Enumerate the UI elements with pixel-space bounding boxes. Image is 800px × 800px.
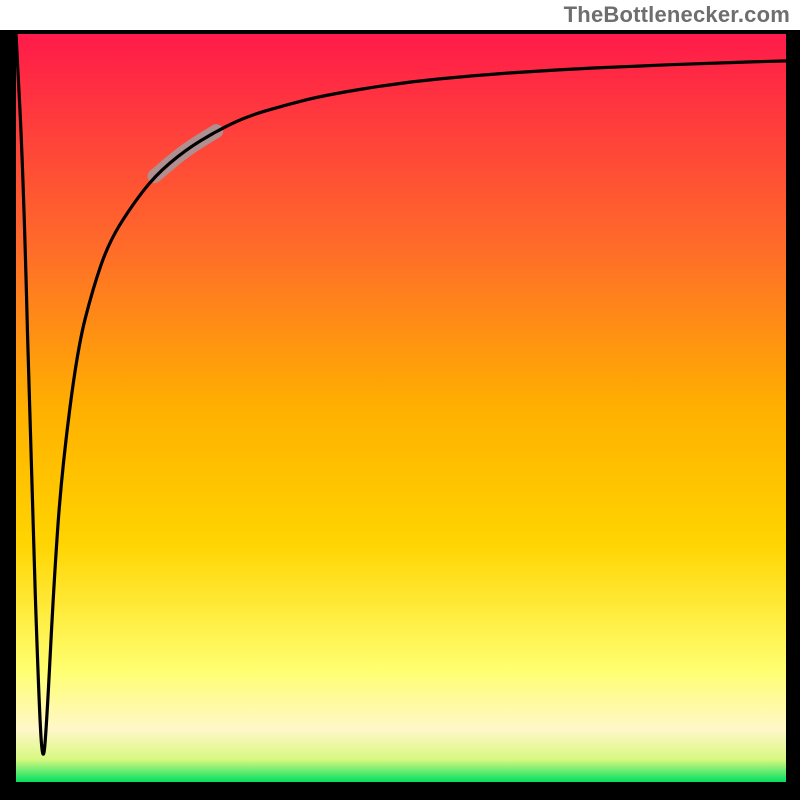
attribution-label: TheBottlenecker.com: [564, 2, 790, 28]
bottleneck-chart: [0, 30, 800, 800]
chart-container: TheBottlenecker.com: [0, 0, 800, 800]
plot-area: [16, 34, 786, 782]
